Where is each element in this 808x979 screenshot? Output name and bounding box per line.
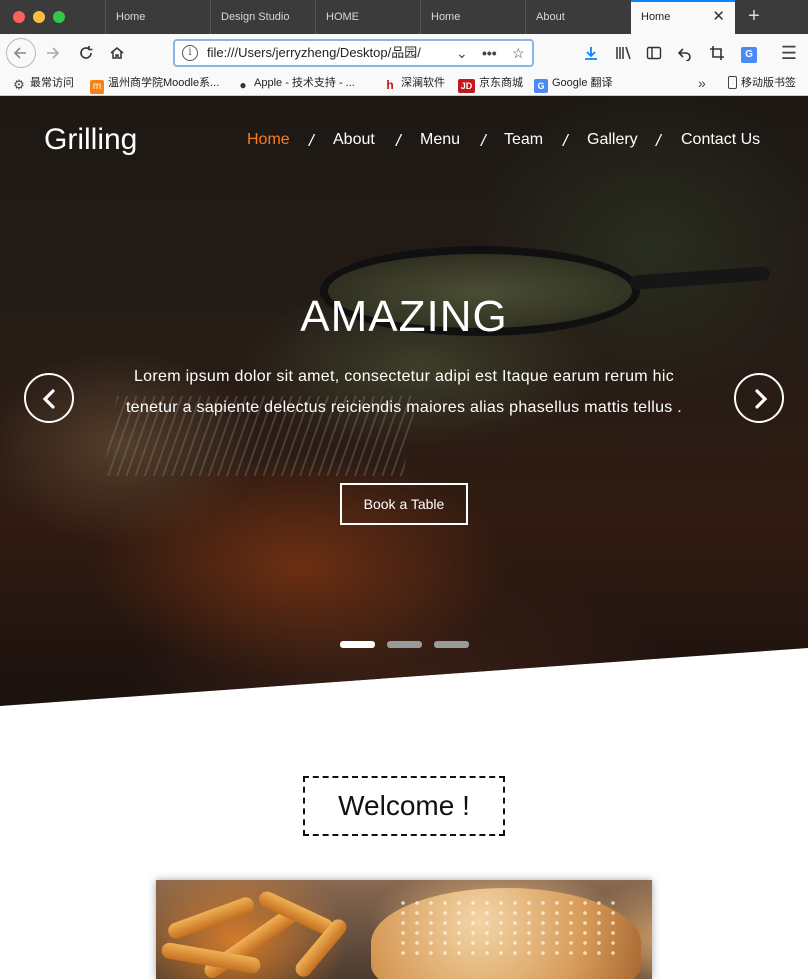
tab-label: HOME [326,11,359,23]
slider-prev-button[interactable] [24,373,74,423]
bookmark-label: 温州商学院Moodle系... [108,77,220,89]
tab-about[interactable]: About [525,0,630,34]
nav-separator: / [481,131,486,150]
info-icon[interactable]: i [182,45,198,61]
bookmark-apple[interactable]: ● Apple - 技术支持 - ... [236,72,355,94]
hero-title: AMAZING [300,292,508,341]
nav-menu[interactable]: Menu [420,131,460,149]
arrow-left-icon [13,47,26,59]
hamburger-menu-icon[interactable]: ☰ [776,39,802,67]
back-button[interactable] [6,38,36,68]
tab-home-3[interactable]: Home [420,0,525,34]
library-shelf-icon [616,46,631,60]
tab-label: Home [116,11,146,23]
nav-separator: / [309,131,314,150]
crop-icon[interactable] [704,39,730,67]
close-tab-icon[interactable]: ✕ [712,2,725,32]
nav-home[interactable]: Home [247,131,290,149]
nav-separator: / [396,131,401,150]
bookmark-srun[interactable]: h 深澜软件 [383,72,445,94]
forward-button[interactable] [38,39,66,67]
undo-icon[interactable] [672,39,698,67]
bookmarks-overflow-icon[interactable]: » [698,72,706,94]
bookmark-most-visited[interactable]: ⚙ 最常访问 [12,72,74,94]
nav-about[interactable]: About [333,131,375,149]
gear-icon: ⚙ [13,77,25,92]
hero-description: Lorem ipsum dolor sit amet, consectetur … [125,368,683,416]
home-icon [110,47,124,59]
bookmark-google-translate[interactable]: G Google 翻译 [534,72,613,94]
translate-extension-icon[interactable]: G [736,39,762,67]
welcome-heading: Welcome ! [303,776,505,836]
tab-home-2[interactable]: HOME [315,0,420,34]
slider-next-button[interactable] [734,373,784,423]
chevron-down-icon[interactable]: ⌄ [456,41,468,65]
tab-label: Design Studio [221,11,290,23]
zoom-window-button[interactable] [53,11,65,23]
page-actions-icon[interactable]: ••• [482,41,497,65]
tab-bar: Home Design Studio HOME Home About Home … [0,0,808,34]
jd-icon: JD [458,79,475,93]
nav-team[interactable]: Team [504,131,543,149]
tab-home-active[interactable]: Home ✕ [631,0,735,34]
nav-gallery[interactable]: Gallery [587,131,638,149]
bookmark-jd[interactable]: JD 京东商城 [458,72,523,94]
url-bar[interactable]: i file:///Users/jerryzheng/Desktop/品园/ ⌄… [173,39,534,67]
sesame-seeds [396,898,616,958]
bookmarks-bar: ⚙ 最常访问 m 温州商学院Moodle系... ● Apple - 技术支持 - .… [0,72,808,96]
bookmark-label: Apple - 技术支持 - ... [254,77,355,89]
navigation-toolbar: i file:///Users/jerryzheng/Desktop/品园/ ⌄… [0,34,808,72]
chevron-left-icon [42,389,55,409]
bookmark-star-icon[interactable]: ☆ [512,41,525,65]
reload-button[interactable] [72,39,100,67]
apple-icon: ● [239,78,247,92]
tab-label: About [536,11,565,23]
chevron-right-icon [755,389,768,409]
sidebar-icon[interactable] [641,39,667,67]
home-button[interactable] [103,39,131,67]
site-logo[interactable]: Grilling [44,123,137,157]
download-arrow-icon [585,47,597,60]
minimize-window-button[interactable] [33,11,45,23]
bookmark-label: 深澜软件 [401,77,445,89]
new-tab-icon[interactable]: + [740,0,768,34]
undo-arrow-icon [677,48,691,62]
nav-separator: / [656,131,661,150]
sidebar-panel-icon [646,46,662,60]
tab-home-1[interactable]: Home [105,0,210,34]
slider-dot-3[interactable] [434,641,469,648]
bookmark-moodle[interactable]: m 温州商学院Moodle系... [90,72,219,94]
moodle-icon: m [90,80,104,94]
srun-icon: h [386,78,394,92]
slider-dot-1[interactable] [340,641,375,648]
tab-label: Home [431,11,461,23]
bookmark-label: Google 翻译 [552,77,613,89]
nav-separator: / [563,131,568,150]
google-translate-icon: G [534,79,548,93]
bookmark-label: 最常访问 [30,77,74,89]
bookmark-label: 移动版书签 [741,77,796,89]
crop-tool-icon [710,46,724,60]
arrow-right-icon [47,47,60,59]
close-window-button[interactable] [13,11,25,23]
bookmark-mobile[interactable]: 移动版书签 [728,72,796,94]
url-text[interactable]: file:///Users/jerryzheng/Desktop/品园/ [207,41,437,65]
tab-label: Home [641,11,671,23]
bookmark-label: 京东商城 [479,77,523,89]
reload-icon [80,46,93,59]
nav-contact-us[interactable]: Contact Us [681,131,760,149]
mobile-phone-icon [728,76,737,89]
download-icon[interactable] [578,39,604,67]
slider-dot-2[interactable] [387,641,422,648]
tab-design-studio[interactable]: Design Studio [210,0,315,34]
book-table-button[interactable]: Book a Table [340,483,468,525]
fry-decoration [165,895,257,941]
burger-fries-image [156,880,652,979]
library-icon[interactable] [611,39,637,67]
